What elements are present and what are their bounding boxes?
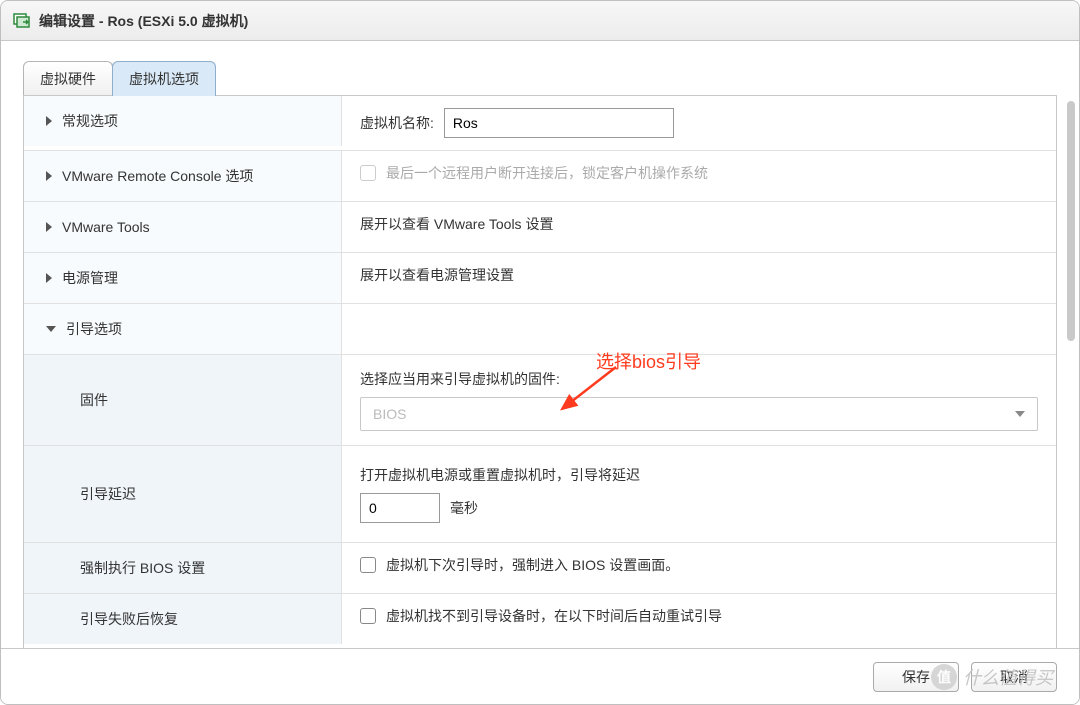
remote-console-desc: 最后一个远程用户断开连接后，锁定客户机操作系统: [386, 163, 708, 183]
tabs: 虚拟硬件 虚拟机选项: [23, 61, 1057, 96]
row-label: 引导延迟: [80, 484, 136, 504]
vm-name-input[interactable]: [444, 108, 674, 138]
boot-fail-checkbox[interactable]: [360, 608, 376, 624]
row-label: 常规选项: [62, 111, 118, 131]
row-boot-header[interactable]: 引导选项: [24, 304, 342, 354]
force-bios-desc: 虚拟机下次引导时，强制进入 BIOS 设置画面。: [386, 555, 679, 575]
firmware-select-value: BIOS: [373, 406, 406, 422]
force-bios-checkbox[interactable]: [360, 557, 376, 573]
row-boot-fail-recover: 引导失败后恢复 虚拟机找不到引导设备时，在以下时间后自动重试引导: [24, 594, 1056, 644]
firmware-desc: 选择应当用来引导虚拟机的固件:: [360, 369, 1038, 389]
dialog-window: 编辑设置 - Ros (ESXi 5.0 虚拟机) 虚拟硬件 虚拟机选项 常规选…: [0, 0, 1080, 705]
row-remote-console-header[interactable]: VMware Remote Console 选项: [24, 151, 342, 201]
chevron-right-icon: [46, 116, 52, 126]
chevron-down-icon: [1015, 411, 1025, 417]
boot-delay-input[interactable]: [360, 493, 440, 523]
cancel-button[interactable]: 取消: [971, 662, 1057, 692]
firmware-select[interactable]: BIOS: [360, 397, 1038, 431]
chevron-right-icon: [46, 222, 52, 232]
window-title: 编辑设置 - Ros (ESXi 5.0 虚拟机): [39, 11, 248, 31]
vm-name-label: 虚拟机名称:: [360, 113, 434, 133]
row-label: 引导选项: [66, 319, 122, 339]
tab-virtual-hardware[interactable]: 虚拟硬件: [23, 61, 113, 96]
row-remote-console: VMware Remote Console 选项 最后一个远程用户断开连接后，锁…: [24, 151, 1056, 202]
row-firmware: 固件 选择应当用来引导虚拟机的固件: BIOS: [24, 355, 1056, 446]
save-button[interactable]: 保存: [873, 662, 959, 692]
dialog-footer: 保存 取消: [1, 648, 1079, 704]
row-vmware-tools: VMware Tools 展开以查看 VMware Tools 设置: [24, 202, 1056, 253]
boot-delay-unit: 毫秒: [450, 498, 478, 518]
vmware-tools-desc: 展开以查看 VMware Tools 设置: [360, 214, 1038, 234]
row-label: 电源管理: [62, 268, 118, 288]
scrollbar[interactable]: [1067, 101, 1075, 588]
boot-fail-desc: 虚拟机找不到引导设备时，在以下时间后自动重试引导: [386, 606, 722, 626]
lock-guest-checkbox[interactable]: [360, 165, 376, 181]
row-force-bios: 强制执行 BIOS 设置 虚拟机下次引导时，强制进入 BIOS 设置画面。: [24, 543, 1056, 594]
row-boot-delay: 引导延迟 打开虚拟机电源或重置虚拟机时，引导将延迟 毫秒: [24, 446, 1056, 543]
row-label: 引导失败后恢复: [80, 609, 178, 629]
chevron-right-icon: [46, 273, 52, 283]
row-label: VMware Tools: [62, 219, 150, 235]
row-general-header[interactable]: 常规选项: [24, 96, 342, 146]
row-boot-options: 引导选项: [24, 304, 1056, 355]
scrollbar-thumb[interactable]: [1067, 101, 1075, 341]
chevron-right-icon: [46, 171, 52, 181]
boot-delay-desc: 打开虚拟机电源或重置虚拟机时，引导将延迟: [360, 465, 1038, 485]
chevron-down-icon: [46, 326, 56, 332]
row-general-options: 常规选项 虚拟机名称:: [24, 96, 1056, 151]
row-label: 固件: [80, 390, 108, 410]
row-power-header[interactable]: 电源管理: [24, 253, 342, 303]
row-label: 强制执行 BIOS 设置: [80, 558, 205, 578]
power-desc: 展开以查看电源管理设置: [360, 265, 1038, 285]
tab-vm-options[interactable]: 虚拟机选项: [112, 61, 216, 96]
vm-icon: [13, 12, 31, 30]
row-power-management: 电源管理 展开以查看电源管理设置: [24, 253, 1056, 304]
row-vmware-tools-header[interactable]: VMware Tools: [24, 202, 342, 252]
content-area: 虚拟硬件 虚拟机选项 常规选项 虚拟机名称:: [1, 41, 1079, 648]
row-label: VMware Remote Console 选项: [62, 166, 253, 186]
options-panel: 常规选项 虚拟机名称: VMware Remote Console 选项: [23, 95, 1057, 648]
titlebar: 编辑设置 - Ros (ESXi 5.0 虚拟机): [1, 1, 1079, 41]
